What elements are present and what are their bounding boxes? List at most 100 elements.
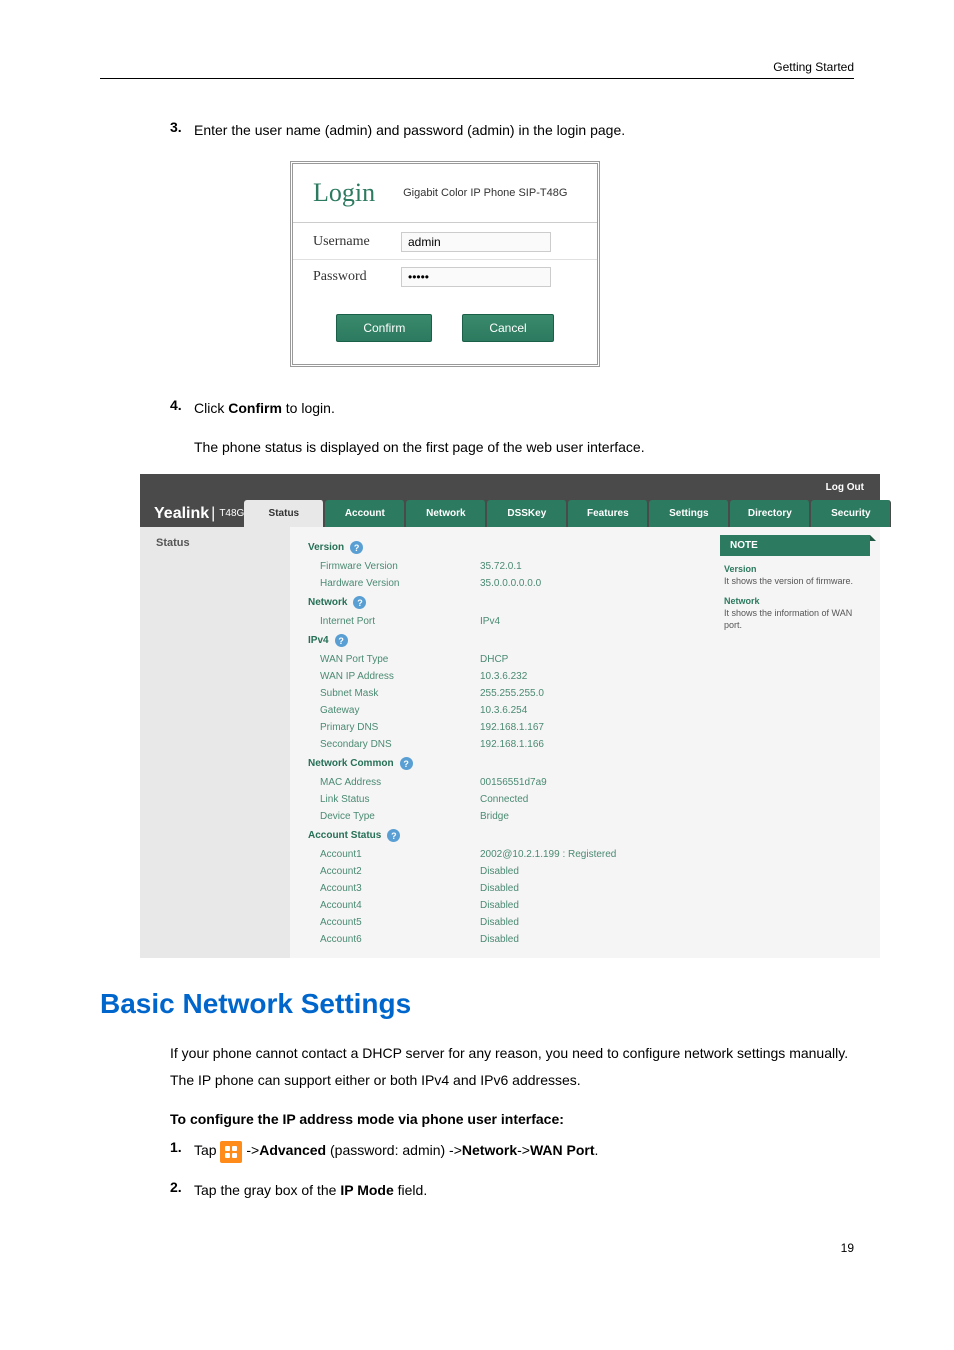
row-value: 10.3.6.254 <box>480 705 527 716</box>
status-row: Subnet Mask255.255.255.0 <box>290 685 710 702</box>
status-row: Internet PortIPv4 <box>290 613 710 630</box>
status-row: Firmware Version35.72.0.1 <box>290 558 710 575</box>
row-label: Firmware Version <box>320 561 480 572</box>
tab-settings[interactable]: Settings <box>649 500 729 527</box>
row-label: WAN IP Address <box>320 671 480 682</box>
status-row: Hardware Version35.0.0.0.0.0.0 <box>290 575 710 592</box>
config-step-2: 2. Tap the gray box of the IP Mode field… <box>170 1179 854 1201</box>
row-label: Subnet Mask <box>320 688 480 699</box>
step-number: 4. <box>170 397 194 419</box>
row-label: Primary DNS <box>320 722 480 733</box>
login-title: Login <box>313 178 375 208</box>
row-value: 255.255.255.0 <box>480 688 544 699</box>
apps-icon <box>220 1141 242 1163</box>
help-icon[interactable]: ? <box>400 757 413 770</box>
note-item-title: Version <box>724 564 866 574</box>
row-label: Account4 <box>320 900 480 911</box>
login-dialog: Login Gigabit Color IP Phone SIP-T48G Us… <box>290 161 600 367</box>
section-header: Account Status? <box>290 825 710 846</box>
step-text: Enter the user name (admin) and password… <box>194 119 625 141</box>
status-row: Secondary DNS192.168.1.166 <box>290 736 710 753</box>
header-rule <box>100 78 854 79</box>
step-number: 2. <box>170 1179 194 1201</box>
status-row: Device TypeBridge <box>290 808 710 825</box>
row-label: WAN Port Type <box>320 654 480 665</box>
password-input[interactable] <box>401 267 551 287</box>
tab-security[interactable]: Security <box>811 500 891 527</box>
row-value: Bridge <box>480 811 509 822</box>
logout-link[interactable]: Log Out <box>826 482 864 493</box>
password-label: Password <box>313 269 401 285</box>
sidebar-item-status[interactable]: Status <box>140 527 290 559</box>
status-row: MAC Address00156551d7a9 <box>290 774 710 791</box>
note-item-title: Network <box>724 596 866 606</box>
status-row: Account4Disabled <box>290 897 710 914</box>
config-step-1: 1. Tap ->Advanced (password: admin) ->Ne… <box>170 1139 854 1162</box>
yealink-logo: Yealink|T48G <box>140 500 244 527</box>
status-row: WAN IP Address10.3.6.232 <box>290 668 710 685</box>
step-text: Tap ->Advanced (password: admin) ->Netwo… <box>194 1139 598 1162</box>
tab-account[interactable]: Account <box>325 500 405 527</box>
note-header: NOTE <box>720 535 870 556</box>
section-header: IPv4? <box>290 630 710 651</box>
note-item-text: It shows the information of WAN port. <box>724 608 866 631</box>
row-value: 10.3.6.232 <box>480 671 527 682</box>
row-value: Disabled <box>480 883 519 894</box>
row-label: Account1 <box>320 849 480 860</box>
status-row: Primary DNS192.168.1.167 <box>290 719 710 736</box>
intro-paragraph: If your phone cannot contact a DHCP serv… <box>170 1040 854 1093</box>
step-number: 3. <box>170 119 194 141</box>
tab-features[interactable]: Features <box>568 500 648 527</box>
section-heading: Basic Network Settings <box>100 988 854 1020</box>
row-label: Account2 <box>320 866 480 877</box>
step-text: Click Confirm to login. <box>194 397 335 419</box>
row-value: 192.168.1.167 <box>480 722 544 733</box>
row-label: Device Type <box>320 811 480 822</box>
status-row: Link StatusConnected <box>290 791 710 808</box>
row-value: 00156551d7a9 <box>480 777 547 788</box>
row-value: DHCP <box>480 654 508 665</box>
row-label: Link Status <box>320 794 480 805</box>
tab-directory[interactable]: Directory <box>730 500 810 527</box>
row-label: Gateway <box>320 705 480 716</box>
row-label: Secondary DNS <box>320 739 480 750</box>
status-row: Account5Disabled <box>290 914 710 931</box>
section-header: Network Common? <box>290 753 710 774</box>
username-input[interactable] <box>401 232 551 252</box>
step-3: 3. Enter the user name (admin) and passw… <box>170 119 854 141</box>
help-icon[interactable]: ? <box>387 829 400 842</box>
confirm-button[interactable]: Confirm <box>336 314 432 342</box>
row-value: Disabled <box>480 934 519 945</box>
login-subtitle: Gigabit Color IP Phone SIP-T48G <box>403 187 567 199</box>
tab-status[interactable]: Status <box>244 500 324 527</box>
row-label: MAC Address <box>320 777 480 788</box>
help-icon[interactable]: ? <box>353 596 366 609</box>
step-4-note: The phone status is displayed on the fir… <box>194 436 854 458</box>
tab-network[interactable]: Network <box>406 500 486 527</box>
row-value: 35.72.0.1 <box>480 561 522 572</box>
row-value: IPv4 <box>480 616 500 627</box>
row-value: Disabled <box>480 917 519 928</box>
note-item-text: It shows the version of firmware. <box>724 576 866 588</box>
help-icon[interactable]: ? <box>335 634 348 647</box>
section-header: Network? <box>290 592 710 613</box>
row-label: Internet Port <box>320 616 480 627</box>
section-header: Version? <box>290 537 710 558</box>
row-value: Disabled <box>480 866 519 877</box>
cancel-button[interactable]: Cancel <box>462 314 553 342</box>
config-header: To configure the IP address mode via pho… <box>170 1111 854 1127</box>
page-header: Getting Started <box>100 60 854 78</box>
status-row: Account12002@10.2.1.199 : Registered <box>290 846 710 863</box>
step-text: Tap the gray box of the IP Mode field. <box>194 1179 427 1201</box>
help-icon[interactable]: ? <box>350 541 363 554</box>
status-row: WAN Port TypeDHCP <box>290 651 710 668</box>
row-label: Account6 <box>320 934 480 945</box>
row-value: 2002@10.2.1.199 : Registered <box>480 849 616 860</box>
row-value: 192.168.1.166 <box>480 739 544 750</box>
page-number: 19 <box>100 1241 854 1255</box>
tab-dsskey[interactable]: DSSKey <box>487 500 567 527</box>
row-value: Connected <box>480 794 528 805</box>
status-row: Gateway10.3.6.254 <box>290 702 710 719</box>
step-4: 4. Click Confirm to login. <box>170 397 854 419</box>
step-number: 1. <box>170 1139 194 1162</box>
